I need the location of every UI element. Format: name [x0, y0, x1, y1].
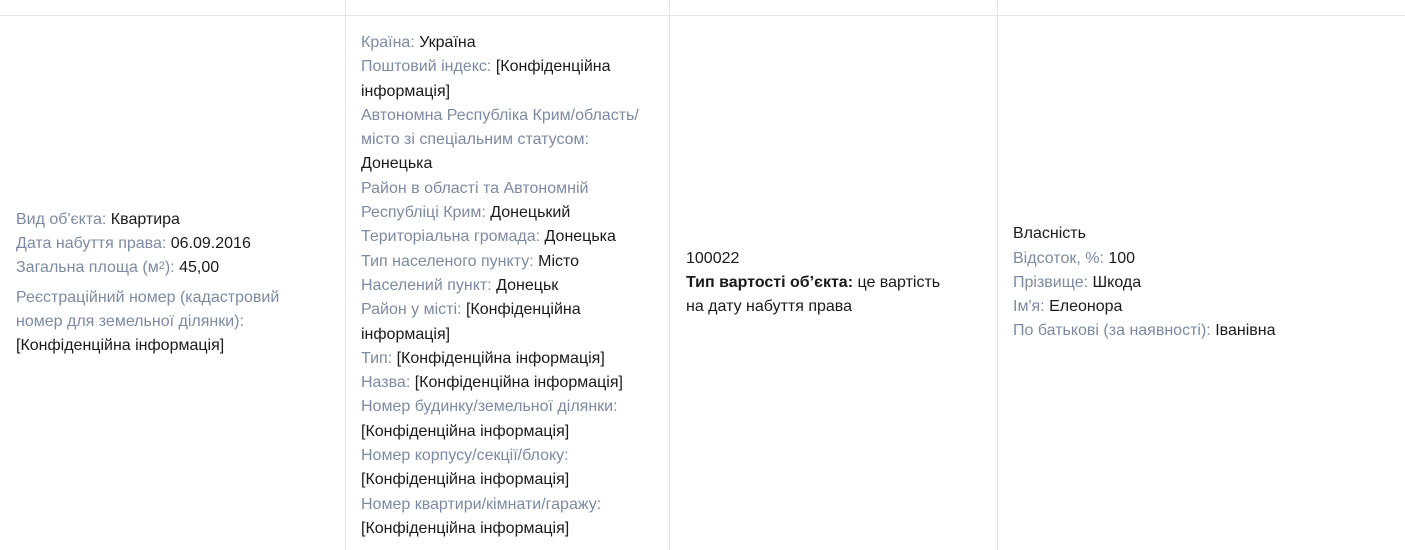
- cost-value: 100022: [686, 249, 740, 267]
- settlement-row: Населений пункт: Донецьк: [361, 276, 559, 294]
- house-number-label: Номер будинку/земельної ділянки:: [361, 398, 618, 416]
- object-cost-cell: 100022 Тип вартості об’єкта: це вартість…: [686, 16, 981, 550]
- apartment-number-value: [Конфіденційна інформація]: [361, 519, 570, 537]
- district-row: Республіці Крим: Донецький: [361, 204, 571, 222]
- house-number-value: [Конфіденційна інформація]: [361, 422, 570, 440]
- object-info-cell: Вид об'єкта: Квартира Дата набуття права…: [16, 16, 336, 550]
- total-area-row: Загальна площа (м2): 45,00: [16, 256, 336, 280]
- city-district-row: Район у місті: [Конфіденційна: [361, 301, 581, 319]
- settlement-type-row: Тип населеного пункту: Місто: [361, 252, 580, 270]
- total-area-label: Загальна площа (м2):: [16, 259, 175, 277]
- registration-number-label-line: Реєстраційний номер (кадастровий: [16, 288, 280, 306]
- city-district-row-cont: інформація]: [361, 325, 451, 343]
- building-number-value: [Конфіденційна інформація]: [361, 471, 570, 489]
- community-row: Територіальна громада: Донецька: [361, 228, 616, 246]
- street-type-row: Тип: [Конфіденційна інформація]: [361, 349, 605, 367]
- object-address-cell: Країна: Україна Поштовий індекс: [Конфід…: [361, 31, 656, 550]
- object-type-value: Квартира: [110, 210, 180, 228]
- column-divider: [997, 0, 998, 550]
- postal-code-row-cont: інформація]: [361, 82, 451, 100]
- object-type-row: Вид об'єкта: Квартира: [16, 208, 336, 232]
- share-percent-row: Відсоток, %: 100: [1013, 249, 1136, 267]
- region-label-line: місто зі спеціальним статусом:: [361, 131, 589, 149]
- street-name-row: Назва: [Конфіденційна інформація]: [361, 374, 623, 392]
- building-number-label: Номер корпусу/секції/блоку:: [361, 447, 569, 465]
- object-type-label: Вид об'єкта:: [16, 210, 107, 228]
- patronymic-row: По батькові (за наявності): Іванівна: [1013, 322, 1276, 340]
- region-label-line: Автономна Республіка Крим/область/: [361, 106, 639, 124]
- surname-row: Прізвище: Шкода: [1013, 273, 1142, 291]
- cost-type-row: Тип вартості об’єкта: це вартість: [686, 271, 981, 295]
- cost-type-row-cont: на дату набуття права: [686, 298, 853, 316]
- total-area-value: 45,00: [179, 259, 220, 277]
- acquisition-date-value: 06.09.2016: [170, 234, 251, 252]
- postal-code-row: Поштовий індекс: [Конфіденційна: [361, 58, 611, 76]
- right-type: Власність: [1013, 225, 1086, 243]
- cost-type-value: це вартість: [857, 273, 941, 291]
- column-divider: [345, 0, 346, 550]
- column-divider: [669, 0, 670, 550]
- region-value: Донецька: [361, 155, 433, 173]
- registration-number-value: [Конфіденційна інформація]: [16, 337, 225, 355]
- acquisition-date-label: Дата набуття права:: [16, 234, 167, 252]
- cost-type-label: Тип вартості об’єкта:: [686, 273, 854, 291]
- registration-number-label-line: номер для земельної ділянки):: [16, 312, 244, 330]
- owner-info-cell: Власність Відсоток, %: 100 Прізвище: Шко…: [1013, 16, 1393, 550]
- apartment-number-label: Номер квартири/кімнати/гаражу:: [361, 495, 602, 513]
- country-row: Країна: Україна: [361, 34, 476, 51]
- district-label-line: Район в області та Автономній: [361, 179, 589, 197]
- first-name-row: Ім'я: Елеонора: [1013, 298, 1123, 316]
- acquisition-date-row: Дата набуття права: 06.09.2016: [16, 232, 336, 256]
